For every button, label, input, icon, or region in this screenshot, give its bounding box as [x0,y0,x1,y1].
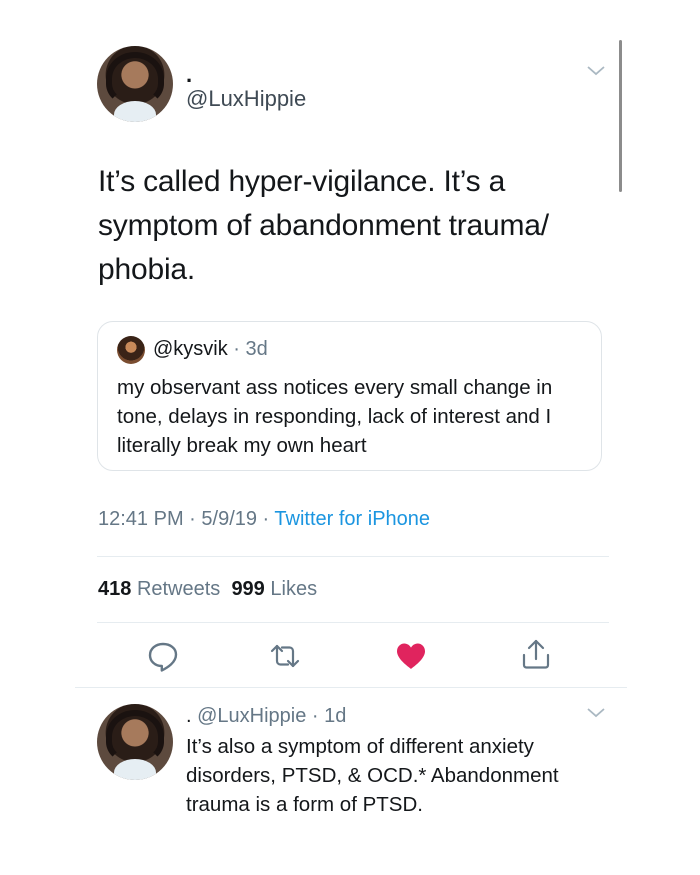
tweet-date: 5/9/19 [201,508,257,530]
quoted-avatar [117,336,145,364]
chevron-down-icon[interactable] [587,708,605,718]
retweet-label: Retweets [136,578,221,600]
retweet-count: 418 [98,578,132,600]
heart-icon[interactable] [394,639,428,673]
display-name[interactable]: . [186,64,192,86]
share-icon[interactable] [519,637,553,671]
retweet-icon[interactable] [268,639,302,673]
avatar[interactable] [97,46,173,122]
separator-dot: · [257,508,275,530]
like-count: 999 [231,578,265,600]
user-handle[interactable]: @LuxHippie [186,86,306,112]
tweet-time: 12:41 PM [98,508,184,530]
chevron-down-icon[interactable] [587,66,605,76]
reply-icon[interactable] [146,639,180,673]
tweet-stats: 418 Retweets 999 Likes [98,578,317,601]
like-label: Likes [270,578,318,600]
tweet-text: It’s called hyper-vigilance. It’s a symp… [98,165,549,286]
quoted-age: 3d [245,338,268,360]
divider [97,556,609,557]
reply-avatar[interactable] [97,704,173,780]
divider [97,622,609,623]
quoted-tweet-text: my observant ass notices every small cha… [117,376,553,457]
retweets-stat[interactable]: 418 Retweets [98,578,220,600]
tweet-source-link[interactable]: Twitter for iPhone [274,508,430,530]
reply-display-name[interactable]: . [186,705,192,727]
divider [75,687,627,688]
likes-stat[interactable]: 999 Likes [231,578,317,600]
separator-dot: · [183,508,202,530]
tweet-meta: 12:41 PM · 5/9/19 · Twitter for iPhone [98,508,430,531]
quoted-handle: @kysvik [153,338,228,360]
reply-age: 1d [324,705,347,727]
reply-handle[interactable]: @LuxHippie [197,705,306,727]
scrollbar[interactable] [619,40,622,192]
quoted-tweet-header: @kysvik · 3d [153,338,268,361]
reply-text: It’s also a symptom of different anxiety… [186,735,559,816]
reply-header: . @LuxHippie · 1d [186,705,346,728]
separator-dot: · [306,705,325,727]
separator-dot: · [227,338,246,360]
